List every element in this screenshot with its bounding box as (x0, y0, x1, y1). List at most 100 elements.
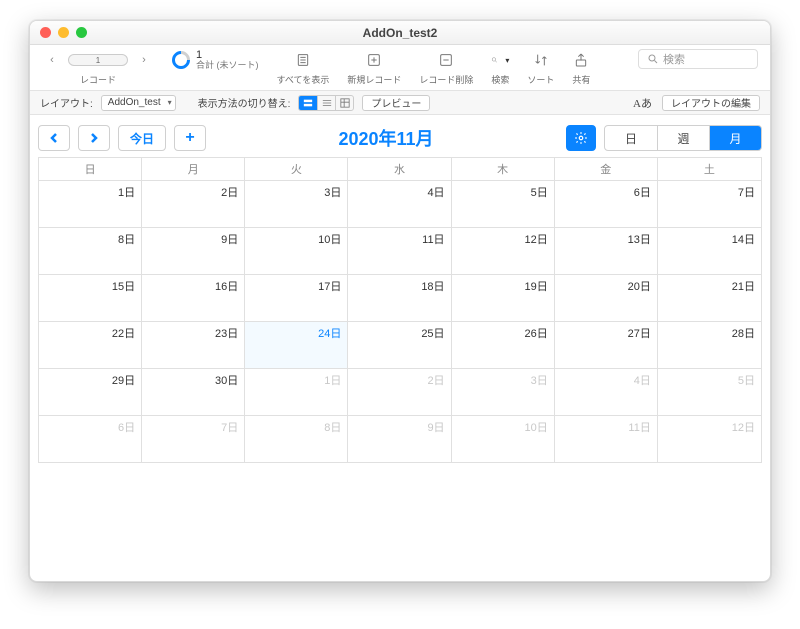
delete-record-label: レコード削除 (419, 73, 473, 86)
calendar-cell[interactable]: 30日 (142, 369, 245, 416)
cal-view-day[interactable]: 日 (605, 126, 657, 150)
view-list-icon[interactable] (317, 96, 335, 110)
chevron-left-icon (49, 133, 59, 143)
share-group[interactable]: 共有 (572, 49, 590, 86)
calendar-cell[interactable]: 3日 (452, 369, 555, 416)
calendar-cell[interactable]: 1日 (39, 181, 142, 228)
calendar-cell[interactable]: 14日 (658, 228, 761, 275)
calendar-cell[interactable]: 27日 (555, 322, 658, 369)
cal-settings-button[interactable] (566, 125, 596, 151)
calendar-cell[interactable]: 9日 (348, 416, 451, 463)
search-label: 検索 (491, 73, 509, 86)
calendar-cell[interactable]: 1日 (245, 369, 348, 416)
view-table-icon[interactable] (335, 96, 353, 110)
calendar-cell[interactable]: 12日 (658, 416, 761, 463)
calendar-weeks: 1日2日3日4日5日6日7日8日9日10日11日12日13日14日15日16日1… (39, 181, 761, 463)
search-placeholder: 検索 (663, 51, 685, 67)
calendar-cell[interactable]: 18日 (348, 275, 451, 322)
chevron-right-icon (89, 133, 99, 143)
calendar-cell[interactable]: 11日 (348, 228, 451, 275)
sort-icon (532, 49, 550, 71)
view-form-icon[interactable] (299, 96, 317, 110)
show-all-group[interactable]: すべてを表示 (277, 49, 330, 86)
calendar-cell[interactable]: 8日 (39, 228, 142, 275)
calendar-cell[interactable]: 21日 (658, 275, 761, 322)
gear-icon (574, 131, 588, 145)
cal-today-label: 今日 (130, 130, 154, 147)
calendar-cell[interactable]: 9日 (142, 228, 245, 275)
edit-layout-button[interactable]: レイアウトの編集 (662, 95, 760, 111)
dow-cell: 火 (245, 158, 348, 181)
sort-label: ソート (527, 73, 554, 86)
view-switch-label: 表示方法の切り替え: (198, 95, 291, 110)
calendar-cell[interactable]: 2日 (348, 369, 451, 416)
calendar-cell[interactable]: 8日 (245, 416, 348, 463)
text-size-button[interactable]: Aあ (633, 95, 652, 111)
calendar-cell[interactable]: 4日 (348, 181, 451, 228)
search-input[interactable]: 検索 (638, 49, 758, 69)
calendar-cell[interactable]: 6日 (39, 416, 142, 463)
search-group[interactable]: ▾ 検索 (491, 49, 509, 86)
calendar-cell[interactable]: 7日 (142, 416, 245, 463)
preview-button[interactable]: プレビュー (362, 95, 430, 111)
calendar-cell[interactable]: 16日 (142, 275, 245, 322)
prev-record-button[interactable]: ‹ (42, 50, 62, 70)
calendar-cell[interactable]: 26日 (452, 322, 555, 369)
preview-label: プレビュー (371, 95, 421, 110)
sort-group[interactable]: ソート (527, 49, 554, 86)
calendar-cell[interactable]: 25日 (348, 322, 451, 369)
calendar-cell[interactable]: 20日 (555, 275, 658, 322)
show-all-label: すべてを表示 (277, 73, 330, 86)
calendar-cell[interactable]: 29日 (39, 369, 142, 416)
calendar-cell[interactable]: 12日 (452, 228, 555, 275)
cal-today-button[interactable]: 今日 (118, 125, 166, 151)
cal-next-button[interactable] (78, 125, 110, 151)
calendar-cell[interactable]: 15日 (39, 275, 142, 322)
calendar-cell[interactable]: 23日 (142, 322, 245, 369)
cal-view-week[interactable]: 週 (657, 126, 709, 150)
calendar-cell[interactable]: 10日 (245, 228, 348, 275)
dow-cell: 木 (452, 158, 555, 181)
record-pie-group: 1 合計 (未ソート) (172, 49, 259, 83)
calendar-cell[interactable]: 7日 (658, 181, 761, 228)
calendar-cell[interactable]: 5日 (452, 181, 555, 228)
search-icon (647, 53, 659, 65)
calendar-cell[interactable]: 2日 (142, 181, 245, 228)
cal-view-month[interactable]: 月 (709, 126, 761, 150)
cal-month-title: 2020年11月 (214, 125, 558, 151)
view-mode-segment (298, 95, 354, 111)
titlebar: AddOn_test2 (30, 21, 770, 45)
calendar-cell[interactable]: 4日 (555, 369, 658, 416)
window-title: AddOn_test2 (30, 26, 770, 40)
cal-prev-button[interactable] (38, 125, 70, 151)
calendar-cell[interactable]: 11日 (555, 416, 658, 463)
layout-dropdown[interactable]: AddOn_test (101, 95, 176, 111)
calendar-cell[interactable]: 5日 (658, 369, 761, 416)
plus-square-icon (365, 49, 383, 71)
calendar-cell[interactable]: 19日 (452, 275, 555, 322)
calendar-cell[interactable]: 6日 (555, 181, 658, 228)
calendar-cell[interactable]: 3日 (245, 181, 348, 228)
calendar-cell[interactable]: 28日 (658, 322, 761, 369)
total-label: 合計 (未ソート) (196, 61, 259, 70)
layout-bar: レイアウト: AddOn_test 表示方法の切り替え: プレビュー Aあ レイ… (30, 91, 770, 115)
calendar-cell[interactable]: 17日 (245, 275, 348, 322)
record-slider[interactable]: 1 (68, 54, 128, 66)
calendar-cell[interactable]: 24日 (245, 322, 348, 369)
calendar-cell[interactable]: 22日 (39, 322, 142, 369)
calendar-cell[interactable]: 13日 (555, 228, 658, 275)
calendar-cell[interactable]: 10日 (452, 416, 555, 463)
record-nav-group: ‹ 1 › レコード (42, 49, 154, 86)
calendar-toolbar: 今日 + 2020年11月 日 週 月 (38, 123, 762, 153)
plus-icon: + (185, 129, 194, 147)
dow-header: 日月火水木金土 (39, 158, 761, 181)
share-icon (572, 49, 590, 71)
cal-add-button[interactable]: + (174, 125, 206, 151)
app-window: AddOn_test2 ‹ 1 › レコード 1 合計 (未ソート) (29, 20, 771, 582)
next-record-button[interactable]: › (134, 50, 154, 70)
cal-view-segment: 日 週 月 (604, 125, 762, 151)
dow-cell: 金 (555, 158, 658, 181)
new-record-group[interactable]: 新規レコード (347, 49, 401, 86)
layout-label: レイアウト: (40, 95, 93, 110)
delete-record-group[interactable]: レコード削除 (419, 49, 473, 86)
